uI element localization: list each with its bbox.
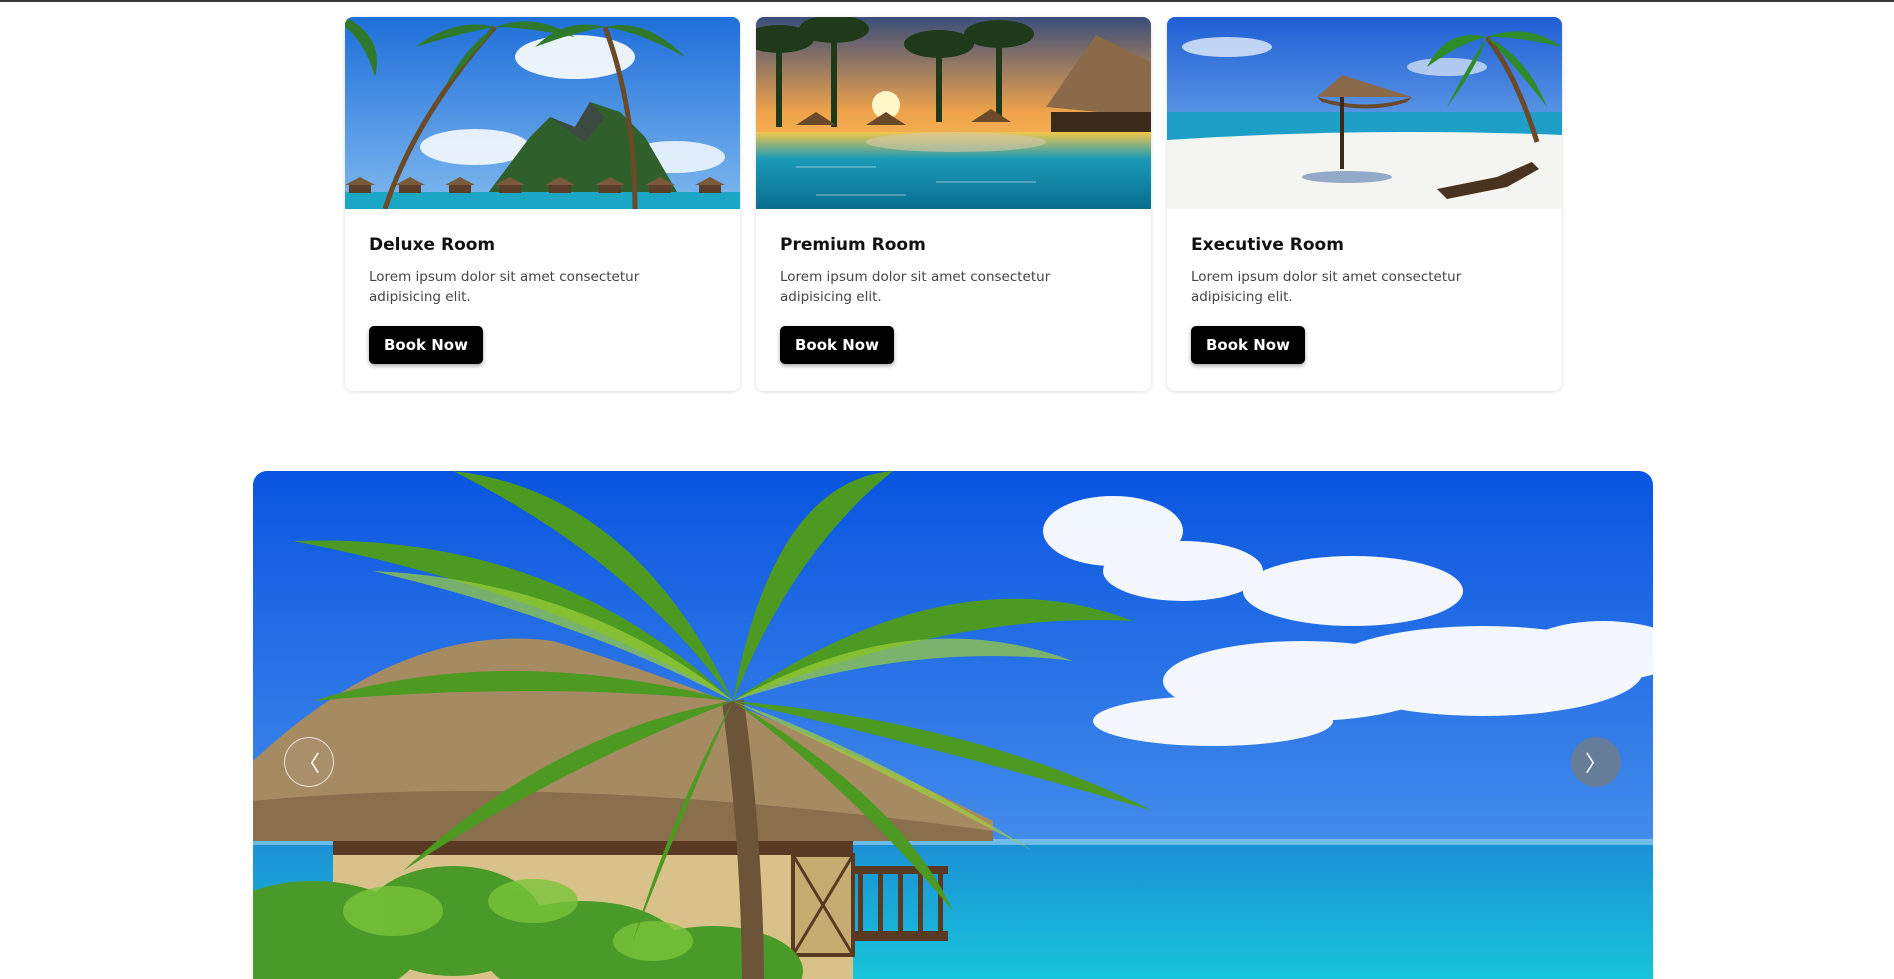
- room-description: Lorem ipsum dolor sit amet consectetur a…: [780, 269, 1051, 305]
- room-card-premium: Premium Room Lorem ipsum dolor sit amet …: [756, 17, 1151, 391]
- carousel-next-button[interactable]: 〉: [1571, 737, 1621, 787]
- room-image-premium: [756, 17, 1151, 209]
- chevron-left-icon: 〈: [297, 752, 320, 777]
- room-title: Executive Room: [1191, 235, 1344, 255]
- room-image-deluxe: [345, 17, 740, 209]
- room-title: Deluxe Room: [369, 235, 496, 255]
- room-image-executive: [1167, 17, 1562, 209]
- book-now-button[interactable]: Book Now: [1191, 326, 1305, 364]
- room-description: Lorem ipsum dolor sit amet consectetur a…: [1191, 269, 1462, 305]
- hero-carousel: 〈 〉: [253, 471, 1653, 979]
- room-card-executive: Executive Room Lorem ipsum dolor sit ame…: [1167, 17, 1562, 391]
- book-now-button[interactable]: Book Now: [780, 326, 894, 364]
- book-now-button[interactable]: Book Now: [369, 326, 483, 364]
- room-title: Premium Room: [780, 235, 926, 255]
- top-divider: [0, 0, 1894, 2]
- carousel-slide-image: [253, 471, 1653, 979]
- carousel-prev-button[interactable]: 〈: [284, 737, 334, 787]
- room-description: Lorem ipsum dolor sit amet consectetur a…: [369, 269, 640, 305]
- chevron-right-icon: 〉: [1584, 752, 1607, 777]
- room-card-deluxe: Deluxe Room Lorem ipsum dolor sit amet c…: [345, 17, 740, 391]
- room-cards: Deluxe Room Lorem ipsum dolor sit amet c…: [345, 17, 1562, 391]
